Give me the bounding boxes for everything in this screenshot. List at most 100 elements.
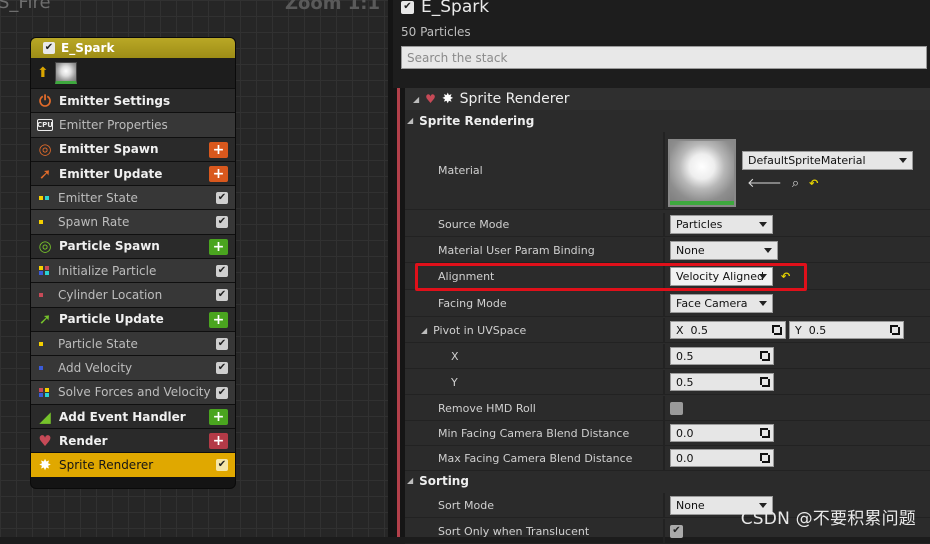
node-item[interactable]: ⏻ Emitter Settings: [31, 88, 235, 113]
module-enable-checkbox[interactable]: ✔: [216, 362, 228, 375]
mat-user-param-row: Material User Param Binding None: [405, 238, 930, 263]
mat-user-param-dropdown[interactable]: None: [670, 240, 778, 260]
node-item[interactable]: ✸ Sprite Renderer ✔: [31, 452, 235, 477]
node-item-label: Add Event Handler: [59, 409, 186, 424]
node-item[interactable]: ➚ Emitter Update +: [31, 160, 235, 186]
sprite-rendering-section[interactable]: ◢ Sprite Rendering: [405, 110, 930, 131]
module-enable-checkbox[interactable]: ✔: [216, 337, 228, 350]
node-item[interactable]: Cylinder Location ✔: [31, 282, 235, 307]
source-mode-value: Particles: [676, 218, 723, 231]
max-facing-row: Max Facing Camera Blend Distance 0.0: [405, 446, 930, 471]
emitter-settings-icon: ⏻: [39, 91, 51, 110]
section-arrow-icon[interactable]: ◢: [407, 116, 413, 125]
add-module-button[interactable]: +: [209, 408, 228, 425]
node-item[interactable]: ➚ Particle Update +: [31, 306, 235, 331]
node-item-label: Initialize Particle: [58, 263, 157, 278]
pivot-label: Pivot in UVSpace: [433, 323, 527, 337]
node-item-label: Emitter Settings: [59, 93, 171, 108]
sorting-section[interactable]: ◢ Sorting: [405, 470, 930, 491]
sprite-renderer-header[interactable]: ◢ ♥ ✸ Sprite Renderer: [405, 88, 930, 110]
enable-checkbox[interactable]: ✔: [43, 42, 55, 54]
reset-to-default-icon[interactable]: ↶: [809, 177, 818, 190]
remove-hmd-label: Remove HMD Roll: [438, 401, 536, 415]
pivot-label-wrap: ◢ Pivot in UVSpace: [405, 318, 663, 342]
node-item-label: Emitter State: [58, 190, 138, 205]
use-selected-arrow-icon[interactable]: 🡐: [747, 175, 782, 191]
pivot-y-input[interactable]: Y 0.5: [789, 321, 904, 339]
browse-search-icon[interactable]: ⌕: [792, 176, 799, 191]
add-module-button[interactable]: +: [209, 433, 228, 450]
node-item-label: Emitter Properties: [59, 117, 168, 132]
arrow-up-right-icon: ➚: [38, 164, 52, 183]
section-arrow-icon[interactable]: ◢: [407, 476, 413, 485]
node-item[interactable]: Solve Forces and Velocity ✔: [31, 379, 235, 404]
remove-hmd-checkbox[interactable]: [670, 401, 683, 415]
collapse-arrow-icon[interactable]: ◢: [413, 95, 419, 104]
chevron-down-icon: [899, 158, 907, 163]
node-item[interactable]: Spawn Rate ✔: [31, 209, 235, 234]
node-item[interactable]: ♥ Render +: [31, 428, 235, 453]
render-group-bar: [393, 88, 405, 537]
pivot-x-input[interactable]: X 0.5: [670, 321, 786, 339]
sort-translucent-checkbox[interactable]: ✔: [670, 524, 683, 538]
node-item[interactable]: ◢ Add Event Handler +: [31, 403, 235, 429]
pivot-row: ◢ Pivot in UVSpace X 0.5 Y 0.5: [405, 318, 930, 343]
panel-title-text: E_Spark: [421, 0, 490, 17]
material-value: DefaultSpriteMaterial: [748, 154, 866, 167]
node-item[interactable]: Add Velocity ✔: [31, 355, 235, 380]
source-mode-dropdown[interactable]: Particles: [670, 215, 773, 234]
graph-title: S_Fire: [0, 0, 51, 13]
section-title: Sprite Rendering: [419, 113, 535, 128]
node-item[interactable]: Particle State ✔: [31, 330, 235, 356]
emitter-node[interactable]: ✔ E_Spark ⬆ ⏻ Emitter Settings CPU Emitter …: [30, 37, 236, 489]
node-item[interactable]: CPU Emitter Properties: [31, 112, 235, 137]
x-input[interactable]: 0.5: [670, 347, 774, 365]
signal-icon: ◢: [39, 407, 51, 426]
pin-icon[interactable]: ⬆: [37, 65, 49, 81]
sparkle-icon: ✸: [38, 456, 52, 475]
pivot-expand-arrow-icon[interactable]: ◢: [421, 326, 427, 335]
y-input[interactable]: 0.5: [670, 373, 774, 391]
drag-icon: [760, 428, 770, 438]
y-label: Y: [451, 375, 458, 389]
node-item[interactable]: ◎ Particle Spawn +: [31, 233, 235, 259]
add-module-button[interactable]: +: [209, 165, 228, 182]
node-item-label: Emitter Spawn: [59, 142, 159, 157]
module-enable-checkbox[interactable]: ✔: [216, 216, 228, 229]
node-item[interactable]: Emitter State ✔: [31, 185, 235, 210]
pivot-x-prefix: X: [676, 323, 684, 337]
add-module-button[interactable]: +: [209, 311, 228, 328]
module-color-dots-icon: [39, 387, 50, 397]
module-color-dots-icon: [39, 266, 50, 276]
add-module-button[interactable]: +: [209, 238, 228, 255]
node-item[interactable]: ◎ Emitter Spawn +: [31, 136, 235, 161]
module-enable-checkbox[interactable]: ✔: [216, 459, 228, 472]
module-color-dots-icon: [39, 195, 50, 200]
module-enable-checkbox[interactable]: ✔: [216, 265, 228, 278]
node-item-label: Emitter Update: [59, 166, 163, 181]
pivot-x-row: X 0.5: [405, 344, 930, 369]
material-dropdown[interactable]: DefaultSpriteMaterial: [742, 151, 913, 170]
add-module-button[interactable]: +: [209, 141, 228, 158]
module-color-dots-icon: [39, 293, 50, 298]
particle-count: 50 Particles: [401, 25, 471, 39]
graph-canvas[interactable]: S_Fire Zoom 1:1 ✔ E_Spark ⬆ ⏻ Emitter Set…: [0, 0, 388, 537]
node-header[interactable]: ✔ E_Spark: [31, 38, 235, 58]
sprite-renderer-label: Sprite Renderer: [459, 91, 570, 107]
panel-enable-checkbox[interactable]: ✔: [401, 0, 414, 14]
stack-search-input[interactable]: Search the stack: [401, 46, 927, 69]
facing-mode-dropdown[interactable]: Face Camera: [670, 294, 773, 313]
material-label: Material: [438, 164, 483, 177]
max-facing-input[interactable]: 0.0: [670, 449, 774, 467]
module-enable-checkbox[interactable]: ✔: [216, 289, 228, 302]
min-facing-input[interactable]: 0.0: [670, 424, 774, 442]
drag-icon: [772, 325, 782, 335]
chevron-down-icon: [764, 247, 772, 253]
module-enable-checkbox[interactable]: ✔: [216, 192, 228, 205]
zoom-label: Zoom 1:1: [284, 0, 380, 14]
node-item-label: Particle Update: [59, 312, 164, 327]
node-item[interactable]: Initialize Particle ✔: [31, 258, 235, 283]
material-thumbnail[interactable]: [668, 139, 736, 207]
module-enable-checkbox[interactable]: ✔: [216, 386, 228, 399]
node-thumbnail-row: ⬆: [31, 58, 235, 88]
